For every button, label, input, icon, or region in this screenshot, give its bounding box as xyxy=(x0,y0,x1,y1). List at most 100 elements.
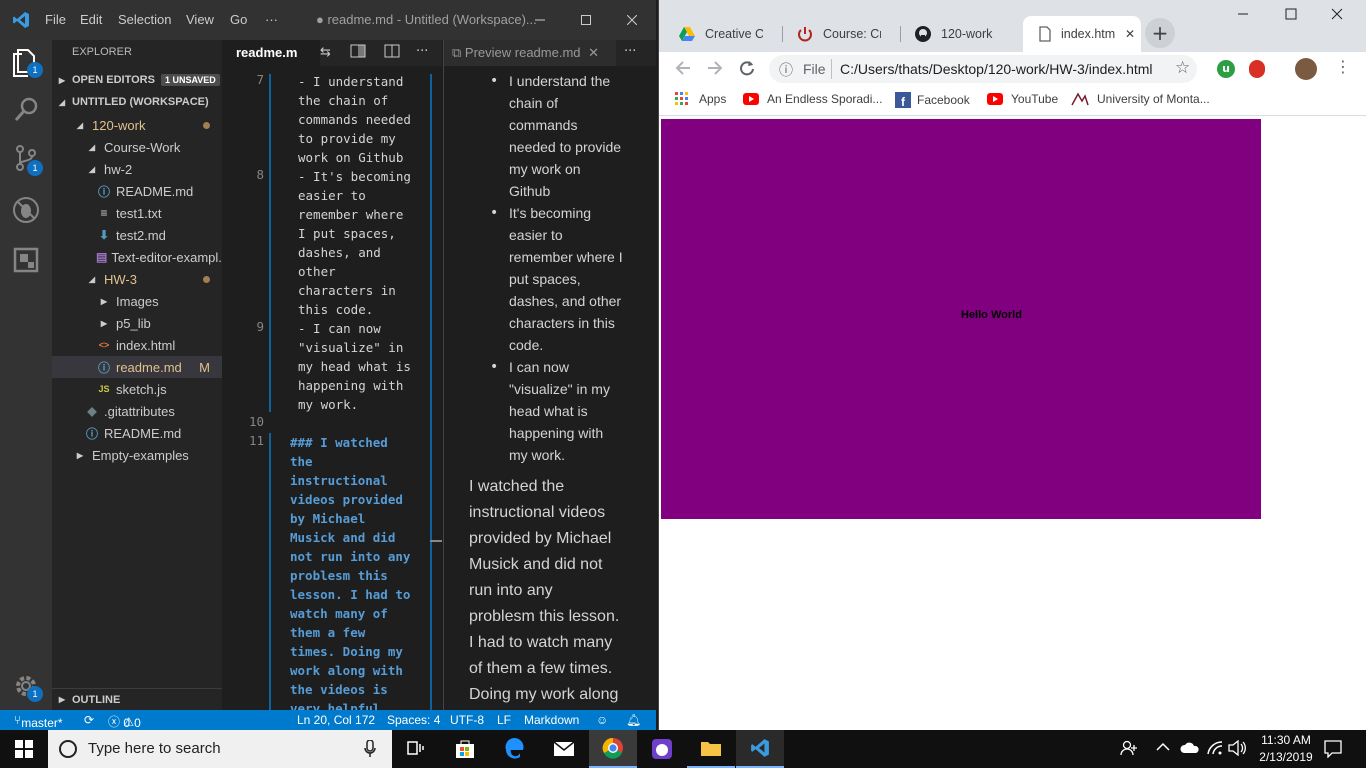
file-tree-item[interactable]: ◢ hw-2 xyxy=(52,158,222,180)
address-bar[interactable]: ⓘ File C:/Users/thats/Desktop/120-work/H… xyxy=(769,55,1197,83)
git-status-badge: M xyxy=(199,359,210,375)
github-desktop-icon[interactable] xyxy=(638,730,686,768)
notifications-bell-icon[interactable]: 🔔︎ xyxy=(626,713,641,727)
task-view-icon[interactable] xyxy=(392,730,440,768)
feedback-smiley-icon[interactable]: ☺ xyxy=(596,713,608,727)
file-tree-item[interactable]: ⓘ readme.md M xyxy=(52,356,222,378)
code-area[interactable]: 7 - I understand the chain of commands need… xyxy=(222,72,432,718)
bookmark-endless[interactable]: An Endless Sporadi... xyxy=(743,92,882,106)
menu-edit[interactable]: Edit xyxy=(80,12,102,27)
people-icon[interactable] xyxy=(1120,739,1138,757)
file-tree-item[interactable]: ⬇ test2.md xyxy=(52,224,222,246)
preview-line: Github xyxy=(509,183,551,199)
search-icon[interactable] xyxy=(10,94,42,126)
menu-more[interactable]: ··· xyxy=(265,12,278,27)
menu-view[interactable]: View xyxy=(186,12,214,27)
menu-go[interactable]: Go xyxy=(230,12,247,27)
more-actions-icon[interactable]: ··· xyxy=(416,44,428,59)
file-tree-item[interactable]: ◢ HW-3 xyxy=(52,268,222,290)
language-mode[interactable]: Markdown xyxy=(524,713,579,727)
chevron-right-icon: ▶ xyxy=(58,75,66,85)
chrome-taskbar-icon[interactable] xyxy=(589,730,637,768)
vscode-taskbar-icon[interactable] xyxy=(736,730,784,768)
p5-canvas[interactable]: Hello World xyxy=(661,119,1261,519)
file-tree-item[interactable]: ▶ Images xyxy=(52,290,222,312)
problems-status[interactable]: ⓧ 0 ⚠ 0 xyxy=(108,713,141,730)
sync-icon[interactable]: ⟳ xyxy=(84,713,94,727)
close-icon[interactable] xyxy=(609,6,655,34)
chevron-right-icon: ▶ xyxy=(100,318,108,328)
menu-file[interactable]: File xyxy=(45,12,66,27)
browser-tab[interactable]: Course: Cr xyxy=(787,16,901,52)
bookmark-facebook[interactable]: f Facebook xyxy=(895,92,970,108)
line-number: 8 xyxy=(256,167,264,182)
store-icon[interactable] xyxy=(441,730,489,768)
split-editor-icon[interactable] xyxy=(384,44,400,58)
file-tree-item[interactable]: ≡ test1.txt xyxy=(52,202,222,224)
browser-tab[interactable]: Creative C xyxy=(669,16,783,52)
more-actions-icon[interactable]: ··· xyxy=(624,44,636,59)
file-tree-item[interactable]: JS sketch.js xyxy=(52,378,222,400)
profile-avatar[interactable] xyxy=(1295,58,1317,80)
outline-section[interactable]: ▶ OUTLINE xyxy=(52,688,222,710)
file-tree-item[interactable]: <> index.html xyxy=(52,334,222,356)
file-tree-item[interactable]: ◢ 120-work xyxy=(52,114,222,136)
open-editors-section[interactable]: ▶ OPEN EDITORS 1 UNSAVED xyxy=(52,69,222,91)
action-center-icon[interactable] xyxy=(1324,740,1342,758)
mail-icon[interactable] xyxy=(540,730,588,768)
tab-readme[interactable]: readme.m xyxy=(222,40,320,66)
chevron-up-icon[interactable] xyxy=(1156,742,1170,752)
forward-arrow-icon[interactable] xyxy=(707,60,723,76)
explorer-sidebar: EXPLORER ▶ OPEN EDITORS 1 UNSAVED ◢ UNTI… xyxy=(52,40,229,710)
code-heading-text: instructional xyxy=(290,473,388,488)
tab-preview[interactable]: ⧉ Preview readme.md ✕ xyxy=(444,40,616,66)
close-tab-icon[interactable]: ✕ xyxy=(588,45,599,60)
branch-status[interactable]: ⑂ master* xyxy=(14,713,63,730)
file-tree-item[interactable]: ▶ p5_lib xyxy=(52,312,222,334)
cursor-position[interactable]: Ln 20, Col 172 xyxy=(297,713,375,727)
workspace-section[interactable]: ◢ UNTITLED (WORKSPACE) xyxy=(52,91,222,113)
file-tree-item[interactable]: ▤ Text-editor-exampl... xyxy=(52,246,229,268)
onedrive-cloud-icon[interactable] xyxy=(1180,742,1200,754)
microphone-icon[interactable] xyxy=(364,740,376,758)
bookmark-apps[interactable]: Apps xyxy=(675,92,726,106)
taskbar-search[interactable]: Type here to search xyxy=(48,730,392,768)
encoding[interactable]: UTF-8 xyxy=(450,713,484,727)
end-of-line[interactable]: LF xyxy=(497,713,511,727)
indentation[interactable]: Spaces: 4 xyxy=(387,713,440,727)
maximize-icon[interactable] xyxy=(563,6,609,34)
extension-red-icon[interactable] xyxy=(1249,60,1265,78)
debug-icon[interactable] xyxy=(10,194,42,226)
back-arrow-icon[interactable] xyxy=(675,60,691,76)
extensions-icon[interactable] xyxy=(10,244,42,276)
clock[interactable]: 11:30 AM 2/13/2019 xyxy=(1254,732,1318,766)
open-changes-icon[interactable]: ⇆ xyxy=(320,45,331,60)
edge-icon[interactable] xyxy=(490,730,538,768)
file-tree-item[interactable]: ◆ .gitattributes xyxy=(52,400,222,422)
browser-tab[interactable]: 120-work xyxy=(905,16,1019,52)
reload-icon[interactable] xyxy=(739,60,755,76)
info-icon[interactable]: ⓘ xyxy=(779,60,793,80)
file-explorer-icon[interactable] xyxy=(687,730,735,768)
file-tree-item[interactable]: ⓘ README.md xyxy=(52,422,222,444)
new-tab-button[interactable]: + xyxy=(1145,18,1175,48)
minimize-icon[interactable] xyxy=(1237,8,1249,20)
minimize-icon[interactable] xyxy=(517,6,563,34)
file-tree-item[interactable]: ⓘ README.md xyxy=(52,180,222,202)
bookmark-youtube[interactable]: YouTube xyxy=(987,92,1058,106)
menu-selection[interactable]: Selection xyxy=(118,12,171,27)
extension-green-icon[interactable]: u xyxy=(1217,60,1235,78)
browser-tab[interactable]: index.htm ✕ xyxy=(1023,16,1141,52)
wifi-icon[interactable] xyxy=(1206,740,1224,756)
maximize-icon[interactable] xyxy=(1285,8,1297,20)
volume-icon[interactable] xyxy=(1228,740,1248,756)
start-windows-icon[interactable] xyxy=(0,730,48,768)
bookmark-star-icon[interactable]: ☆ xyxy=(1175,58,1190,78)
file-tree-item[interactable]: ▶ Empty-examples xyxy=(52,444,222,466)
close-icon[interactable] xyxy=(1331,8,1343,20)
close-tab-icon[interactable]: ✕ xyxy=(1125,27,1135,41)
file-tree-item[interactable]: ◢ Course-Work xyxy=(52,136,222,158)
chrome-menu-icon[interactable]: ⋮ xyxy=(1335,57,1351,76)
bookmark-umt[interactable]: University of Monta... xyxy=(1071,92,1210,106)
preview-side-icon[interactable] xyxy=(350,44,366,58)
